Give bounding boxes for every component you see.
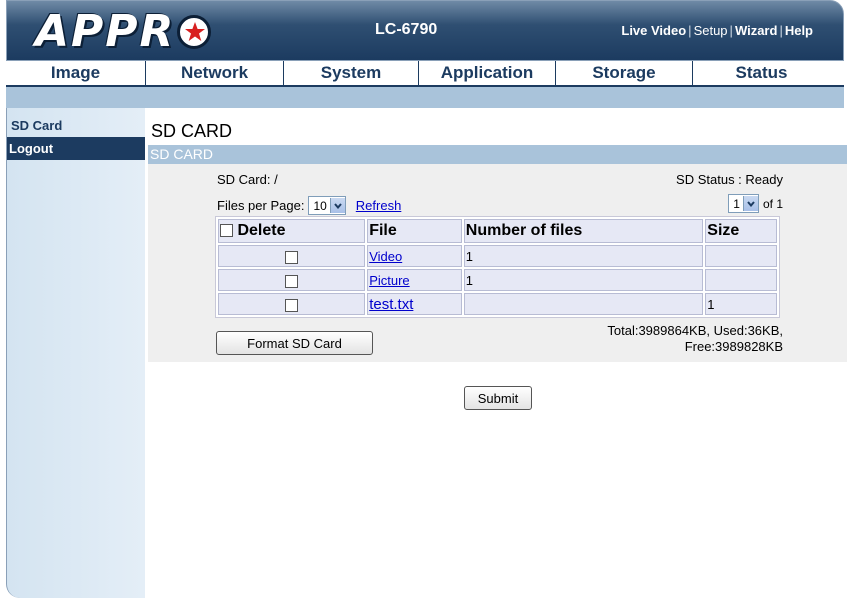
tab-application[interactable]: Application xyxy=(419,61,556,85)
delete-checkbox[interactable] xyxy=(285,274,299,288)
file-cell: test.txt xyxy=(367,293,462,315)
tab-network[interactable]: Network xyxy=(146,61,284,85)
file-header: File xyxy=(367,219,462,243)
delete-checkbox[interactable] xyxy=(285,250,299,264)
tab-storage[interactable]: Storage xyxy=(556,61,693,85)
page-select[interactable]: 1 xyxy=(728,194,759,213)
live-video-link[interactable]: Live Video xyxy=(621,23,686,38)
delete-cell xyxy=(218,245,366,267)
count-cell: 1 xyxy=(463,245,704,267)
link-separator: | xyxy=(729,23,733,38)
table-row: Video 1 xyxy=(218,245,777,267)
tab-system[interactable]: System xyxy=(284,61,419,85)
files-per-page-label: Files per Page: xyxy=(217,198,305,213)
top-links: Live Video | Setup | Wizard | Help xyxy=(621,23,813,38)
delete-cell xyxy=(218,293,366,315)
format-sd-card-button[interactable]: Format SD Card xyxy=(216,331,373,355)
delete-cell xyxy=(218,269,366,291)
delete-header-label: Delete xyxy=(237,222,286,239)
tab-image[interactable]: Image xyxy=(6,61,146,85)
size-header: Size xyxy=(705,219,777,243)
header-banner: APPR LC-6790 Live Video | Setup | Wizard | Hel… xyxy=(6,0,844,61)
delete-checkbox[interactable] xyxy=(285,298,299,312)
count-header: Number of files xyxy=(463,219,704,243)
chevron-down-icon[interactable] xyxy=(329,198,345,213)
sd-card-path: SD Card: / xyxy=(217,172,278,187)
submit-button[interactable]: Submit xyxy=(464,386,532,410)
link-separator: | xyxy=(688,23,692,38)
page-of: of 1 xyxy=(762,196,783,211)
sd-status: SD Status : Ready xyxy=(676,172,783,187)
page-value: 1 xyxy=(733,196,740,211)
tab-status[interactable]: Status xyxy=(693,61,830,85)
count-cell: 1 xyxy=(463,269,704,291)
star-logo-icon xyxy=(177,15,212,49)
table-row: Picture 1 xyxy=(218,269,777,291)
page-title: SD CARD xyxy=(151,121,233,141)
wizard-link[interactable]: Wizard xyxy=(735,23,778,38)
help-link[interactable]: Help xyxy=(785,23,813,38)
totals-line-1: Total:3989864KB, Used:36KB, xyxy=(607,323,783,338)
totals-line-2: Free:3989828KB xyxy=(684,339,783,354)
file-link[interactable]: Video xyxy=(369,249,402,264)
file-cell: Picture xyxy=(367,269,462,291)
size-cell: 1 xyxy=(705,293,777,315)
sub-nav-bar xyxy=(6,87,844,108)
main-nav: Image Network System Application Storage… xyxy=(6,61,844,87)
files-table: Delete File Number of files Size Video 1… xyxy=(215,216,780,318)
setup-link[interactable]: Setup xyxy=(694,23,728,38)
refresh-link[interactable]: Refresh xyxy=(356,198,402,213)
files-per-page-value: 10 xyxy=(313,198,327,213)
storage-totals: Total:3989864KB, Used:36KB, Free:3989828… xyxy=(607,323,783,355)
chevron-down-icon[interactable] xyxy=(742,196,758,211)
size-cell xyxy=(705,245,777,267)
files-per-page-select[interactable]: 10 xyxy=(308,196,346,215)
model-name: LC-6790 xyxy=(375,21,438,38)
delete-header: Delete xyxy=(218,219,366,243)
files-per-page: Files per Page: 10 Refresh xyxy=(217,196,401,215)
section-header: SD CARD xyxy=(148,145,847,164)
table-row: test.txt 1 xyxy=(218,293,777,315)
page-selector: 1 of 1 xyxy=(724,194,783,213)
select-all-checkbox[interactable] xyxy=(220,224,233,238)
sidebar-item-logout[interactable]: Logout xyxy=(7,137,145,160)
sidebar-item-sd-card[interactable]: SD Card xyxy=(7,114,145,137)
sidebar: SD Card Logout xyxy=(6,108,145,598)
appro-logo: APPR xyxy=(35,5,212,59)
count-cell xyxy=(463,293,704,315)
file-cell: Video xyxy=(367,245,462,267)
table-header-row: Delete File Number of files Size xyxy=(218,219,777,243)
file-link[interactable]: test.txt xyxy=(369,296,413,313)
file-link[interactable]: Picture xyxy=(369,273,409,288)
size-cell xyxy=(705,269,777,291)
link-separator: | xyxy=(779,23,783,38)
